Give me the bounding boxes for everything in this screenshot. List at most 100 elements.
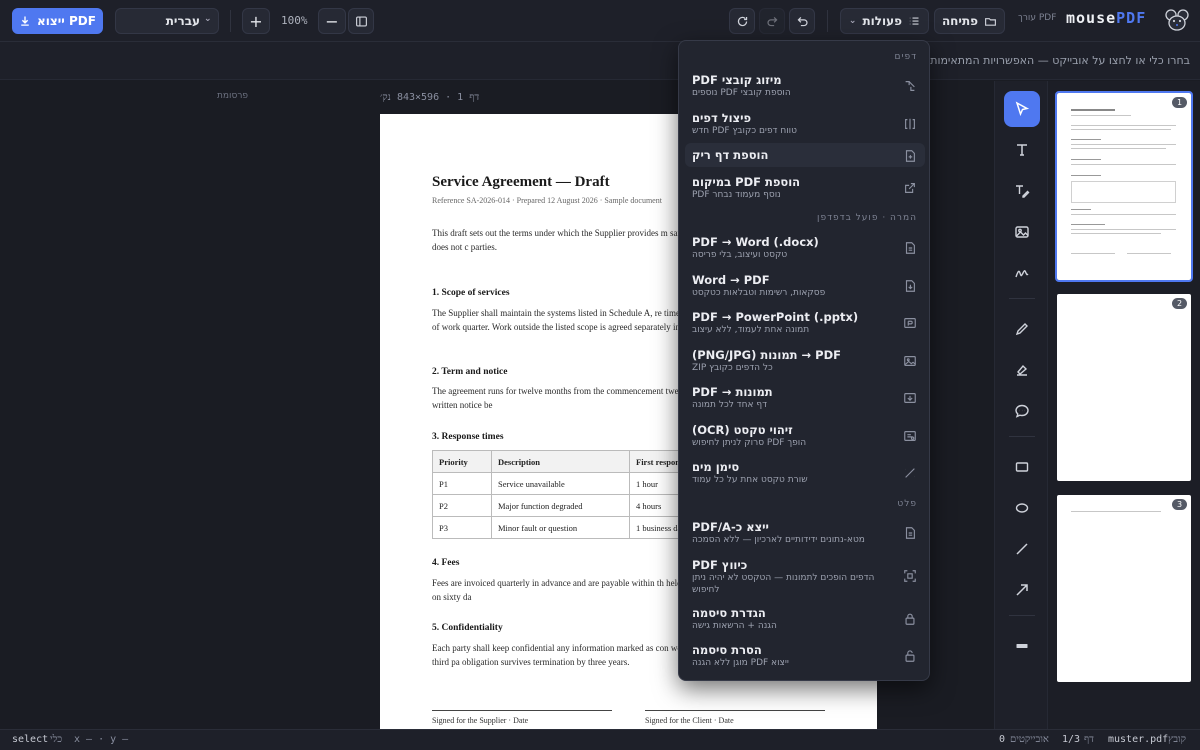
edit-text-tool-button[interactable] [1004,173,1040,209]
redo-icon [766,16,777,26]
menu-item-word-to-pdf[interactable]: Word → PDF פסקאות, רשימות וטבלאות כטקסט [685,269,925,303]
top-bar: ייצוא PDF ⌄ עברית + 100% − ⌄ פעולות פתיח… [0,0,1200,42]
table-cell: Minor fault or question [491,516,630,539]
doc-heading-5: 5. Confidentiality [432,623,503,633]
redact-icon [1016,644,1028,648]
table-row: P1 Service unavailable 1 hour [432,472,700,495]
text-tool-button[interactable] [1004,132,1040,168]
menu-item-label: Word → PDF [692,273,770,287]
ellipse-icon [1015,503,1029,513]
menu-item-blank-page[interactable]: הוספת דף ריק [685,143,925,167]
cursor-icon [1015,101,1030,117]
refresh-icon [737,16,747,26]
ellipse-tool-button[interactable] [1004,490,1040,526]
arrow-tool-button[interactable] [1004,572,1040,608]
toggle-sidebar-button[interactable] [348,8,374,34]
menu-item-label: הוספת PDF במיקום [692,175,801,189]
undo-button[interactable] [789,8,815,34]
zoom-out-button[interactable]: − [318,8,346,34]
signature-supplier-label: Signed for the Supplier · Date [432,716,529,725]
thumbnail-panel: 1 2 3 [1048,81,1200,729]
language-label: עברית [165,14,200,28]
open-label: פתיחה [941,14,979,28]
redact-tool-button[interactable] [1004,628,1040,664]
menu-item-description: ייצוא PDF מוגן ללא הגנה [692,658,789,668]
ad-label: פרסומת [217,91,249,101]
rectangle-tool-button[interactable] [1004,449,1040,485]
chevron-down-icon: ⌄ [848,16,857,26]
menu-item-description: PDF נוסף מעמוד נבחר [692,190,781,200]
image-tool-button[interactable] [1004,214,1040,250]
menu-item-description: מטא-נתונים ידידותיים לארכיון — ללא הסמכה [692,535,865,545]
comment-icon [1015,404,1029,418]
menu-item-label: PDF → PowerPoint (.pptx) [692,310,859,324]
status-objects-value: 0 [999,734,1006,745]
signature-line [645,710,825,711]
export-pdf-label: ייצוא PDF [37,14,96,28]
menu-item-label: פיצול דפים [692,111,752,125]
divider [1009,615,1035,616]
menu-item-ocr[interactable]: זיהוי טקסט (OCR) הופך PDF סרוק לניתן לחי… [685,419,925,453]
slides-icon [903,315,919,331]
menu-item-pdf-to-word[interactable]: PDF → Word (.docx) טקסט ועיצוב, בלי פריס… [685,231,925,265]
pen-tool-button[interactable] [1004,311,1040,347]
menu-item-set-password[interactable]: הגדרת סיסמה הגנה + הרשאות גישה [685,602,925,636]
signature-tool-button[interactable] [1004,255,1040,291]
compress-icon [903,568,919,584]
folder-icon [985,17,997,26]
page-thumbnail-1[interactable]: 1 [1055,91,1193,282]
actions-label: פעולות [862,14,903,28]
select-tool-button[interactable] [1004,91,1040,127]
app-root: ייצוא PDF ⌄ עברית + 100% − ⌄ פעולות פתיח… [0,0,1200,750]
menu-item-split[interactable]: פיצול דפים טווח דפים כקובץ PDF חדש [685,107,925,141]
zoom-in-button[interactable]: + [242,8,270,34]
menu-item-pdf-to-images[interactable]: PDF → תמונות דף אחד לכל תמונה [685,381,925,415]
menu-item-description: טקסט ועיצוב, בלי פריסה [692,250,788,260]
image-icon [903,353,919,369]
menu-item-watermark[interactable]: סימן מים שורת טקסט אחת על כל עמוד [685,456,925,490]
download-icon [21,16,29,26]
menu-item-label: כיווץ PDF [692,558,748,572]
signature-line [432,710,612,711]
page-thumbnail-3[interactable]: 3 [1057,495,1191,682]
status-page-value: 1/3 [1062,734,1081,745]
menu-item-label: ייצא כ-PDF/A [692,520,769,534]
menu-item-description: הגנה + הרשאות גישה [692,621,777,631]
actions-menu-button[interactable]: ⌄ פעולות [840,8,929,34]
menu-item-remove-password[interactable]: הסרת סיסמה ייצוא PDF מוגן ללא הגנה [685,639,925,673]
language-select[interactable]: ⌄ עברית [115,8,219,34]
doc-heading-3: 3. Response times [432,432,504,442]
sidebar-toggle-icon [355,15,367,27]
menu-item-description: דף אחד לכל תמונה [692,400,768,410]
archive-icon [903,525,919,541]
table-cell: P3 [432,516,492,539]
doc-title: Service Agreement — Draft [432,174,610,190]
tool-palette [994,81,1048,729]
menu-item-pdf-to-powerpoint[interactable]: PDF → PowerPoint (.pptx) תמונה אחת לעמוד… [685,306,925,340]
status-file-name: muster.pdf [1108,734,1169,745]
minus-icon: − [325,11,339,31]
menu-item-images-to-pdf[interactable]: (PNG/JPG) תמונות → PDF כל הדפים כקובץ ZI… [685,344,925,378]
menu-item-compress[interactable]: כיווץ PDF הדפים הופכים לתמונות — הטקסט ל… [685,554,925,600]
page-thumbnail-2[interactable]: 2 [1057,294,1191,481]
status-tool-value: select [12,734,49,745]
response-times-table: Priority Description First respon P1 Ser… [432,450,700,539]
menu-item-merge[interactable]: מיזוג קובצי PDF הוספת קובצי PDF נוספים [685,69,925,103]
split-icon [903,116,919,132]
table-cell: Service unavailable [491,472,630,495]
line-tool-button[interactable] [1004,531,1040,567]
table-row: P3 Minor fault or question 1 business da [432,516,700,539]
table-row: P2 Major function degraded 4 hours [432,494,700,517]
highlight-tool-button[interactable] [1004,352,1040,388]
menu-item-label: סימן מים [692,460,740,474]
redo-button[interactable] [759,8,785,34]
status-tool-label: כלי [50,734,63,745]
open-file-button[interactable]: פתיחה [934,8,1005,34]
comment-tool-button[interactable] [1004,393,1040,429]
lock-icon [903,611,919,627]
refresh-button[interactable] [729,8,755,34]
page-number-badge: 1 [1172,97,1187,108]
export-pdf-button[interactable]: ייצוא PDF [12,8,103,34]
menu-item-insert-pdf[interactable]: הוספת PDF במיקום PDF נוסף מעמוד נבחר [685,171,925,205]
menu-item-export-pdfa[interactable]: ייצא כ-PDF/A מטא-נתונים ידידותיים לארכיו… [685,516,925,550]
